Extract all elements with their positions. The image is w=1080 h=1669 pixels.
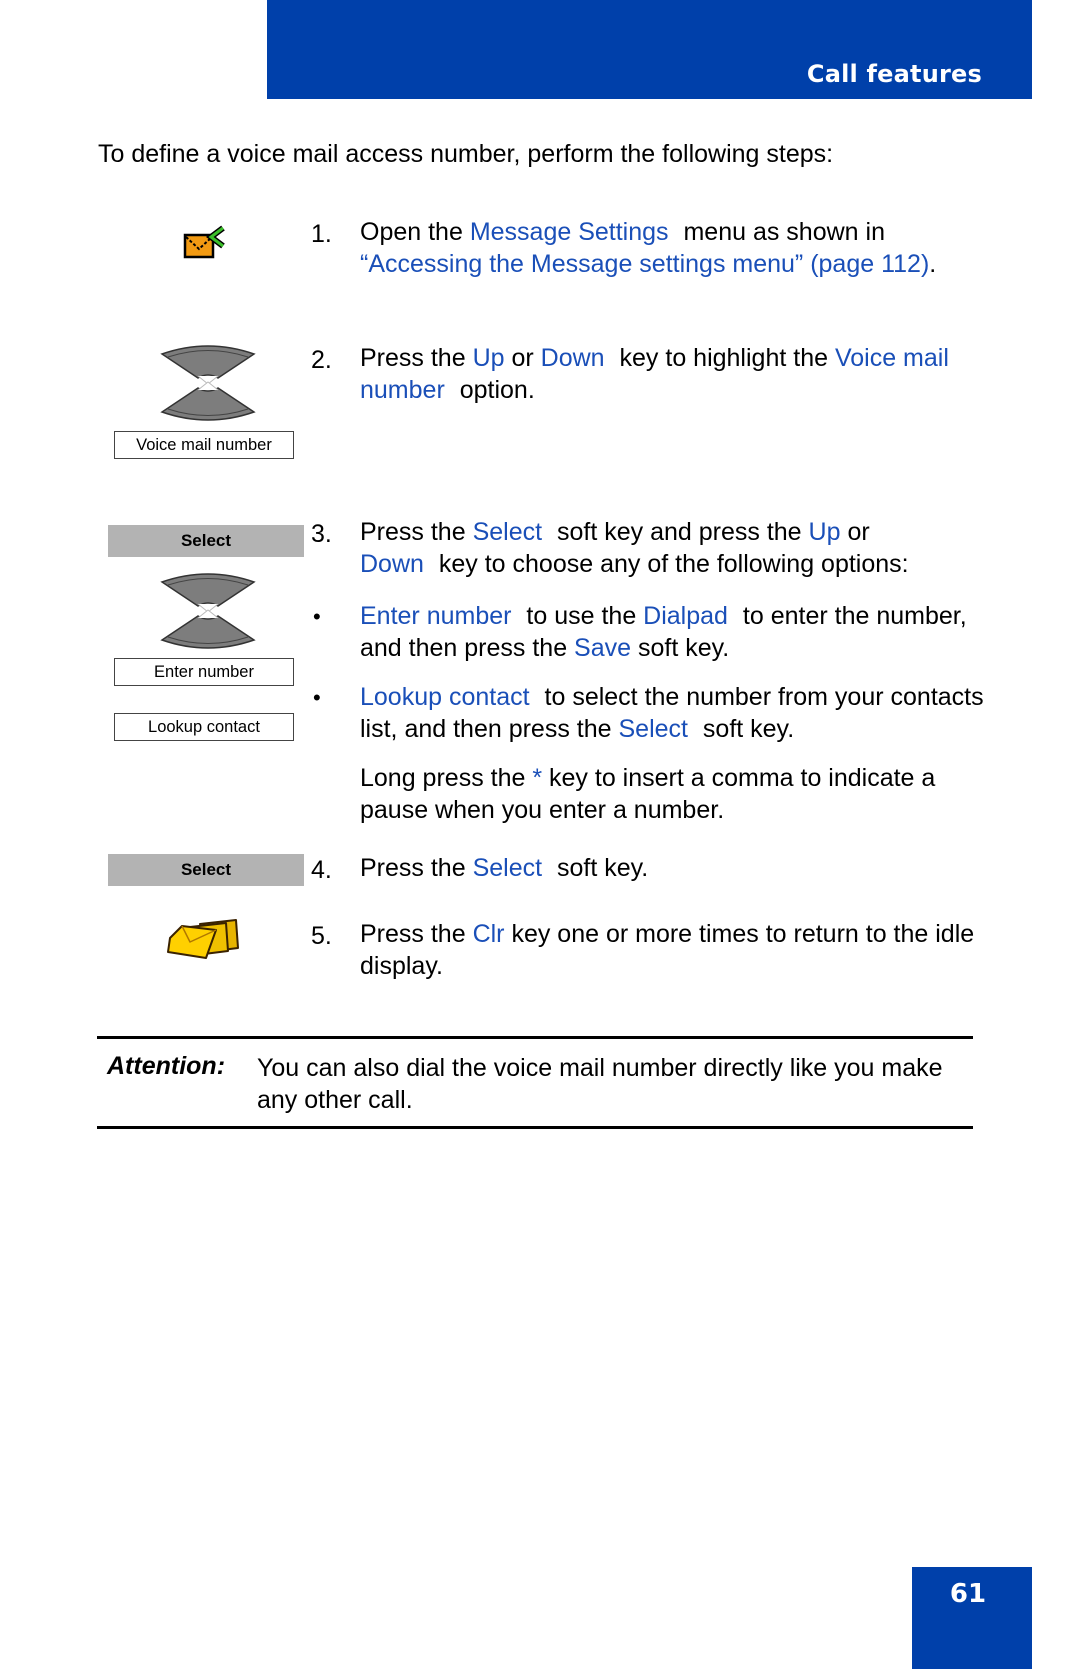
intro-text: To define a voice mail access number, pe…: [98, 140, 834, 168]
option-enter-number-text: Enter number to use the Dialpad to enter…: [360, 600, 990, 664]
enter-number-term: Enter number: [360, 602, 512, 630]
step-1-text: Open the Message Settings menu as shown …: [360, 216, 990, 280]
attention-top-rule: [97, 1036, 973, 1039]
text: soft key.: [550, 854, 649, 882]
message-settings-envelope-icon: [183, 225, 227, 264]
step-number: 3.: [311, 520, 332, 548]
bullet: •: [313, 604, 321, 629]
display-option-lookup-contact: Lookup contact: [114, 713, 294, 741]
clr-key-envelopes-icon: [166, 918, 242, 967]
step-3-text: Press the Select soft key and press the …: [360, 516, 990, 580]
option-lookup-contact-text: Lookup contact to select the number from…: [360, 681, 990, 745]
save-term: Save: [574, 634, 632, 662]
step-number: 2.: [311, 346, 332, 374]
step-5-text: Press the Clr key one or more times to r…: [360, 918, 990, 982]
header-band: Call features: [267, 0, 1032, 99]
step-number: 5.: [311, 922, 332, 950]
up-down-navigation-key-icon: [158, 570, 258, 657]
text: Long press the: [360, 764, 533, 792]
text: Press the: [360, 920, 473, 948]
dialpad-term: Dialpad: [643, 602, 728, 630]
down-key-term: Down: [540, 344, 605, 372]
step-4-text: Press the Select soft key.: [360, 852, 990, 884]
text: soft key.: [631, 634, 730, 662]
select-softkey[interactable]: Select: [108, 854, 304, 886]
text: Press the: [360, 518, 473, 546]
step-number: 4.: [311, 856, 332, 884]
message-settings-term: Message Settings: [469, 218, 669, 246]
select-softkey[interactable]: Select: [108, 525, 304, 557]
page-number-box: 61: [912, 1567, 1032, 1669]
attention-label: Attention:: [107, 1052, 226, 1080]
attention-text: You can also dial the voice mail number …: [257, 1054, 943, 1114]
up-key-term: Up: [808, 518, 841, 546]
display-option-enter-number: Enter number: [114, 658, 294, 686]
section-title: Call features: [806, 60, 982, 88]
text: option.: [452, 376, 535, 404]
step-2-text: Press the Up or Down key to highlight th…: [360, 342, 990, 406]
select-term: Select: [472, 518, 543, 546]
cross-reference-link[interactable]: “Accessing the Message settings menu” (p…: [360, 250, 929, 278]
lookup-contact-term: Lookup contact: [360, 683, 530, 711]
up-key-term: Up: [472, 344, 505, 372]
pause-note-text: Long press the * key to insert a comma t…: [360, 762, 990, 826]
text: Press the: [360, 854, 473, 882]
attention-bottom-rule: [97, 1126, 973, 1129]
step-number: 1.: [311, 220, 332, 248]
text: key to highlight the: [612, 344, 835, 372]
bullet: •: [313, 685, 321, 710]
display-option-voice-mail-number: Voice mail number: [114, 431, 294, 459]
text: soft key.: [695, 715, 795, 743]
text: or: [840, 518, 870, 546]
text: Open the: [360, 218, 470, 246]
star-key-term: *: [532, 764, 543, 792]
text: soft key and press the: [550, 518, 809, 546]
text: to use the: [519, 602, 644, 630]
text: or: [504, 344, 541, 372]
text: .: [929, 250, 937, 278]
page-number: 61: [949, 1579, 987, 1609]
select-term: Select: [472, 854, 543, 882]
text: key to choose any of the following optio…: [431, 550, 909, 578]
down-key-term: Down: [360, 550, 424, 578]
text: Press the: [360, 344, 473, 372]
text: menu as shown in: [676, 218, 885, 246]
select-term: Select: [618, 715, 688, 743]
clr-key-term: Clr: [472, 920, 505, 948]
up-down-navigation-key-icon: [158, 342, 258, 429]
